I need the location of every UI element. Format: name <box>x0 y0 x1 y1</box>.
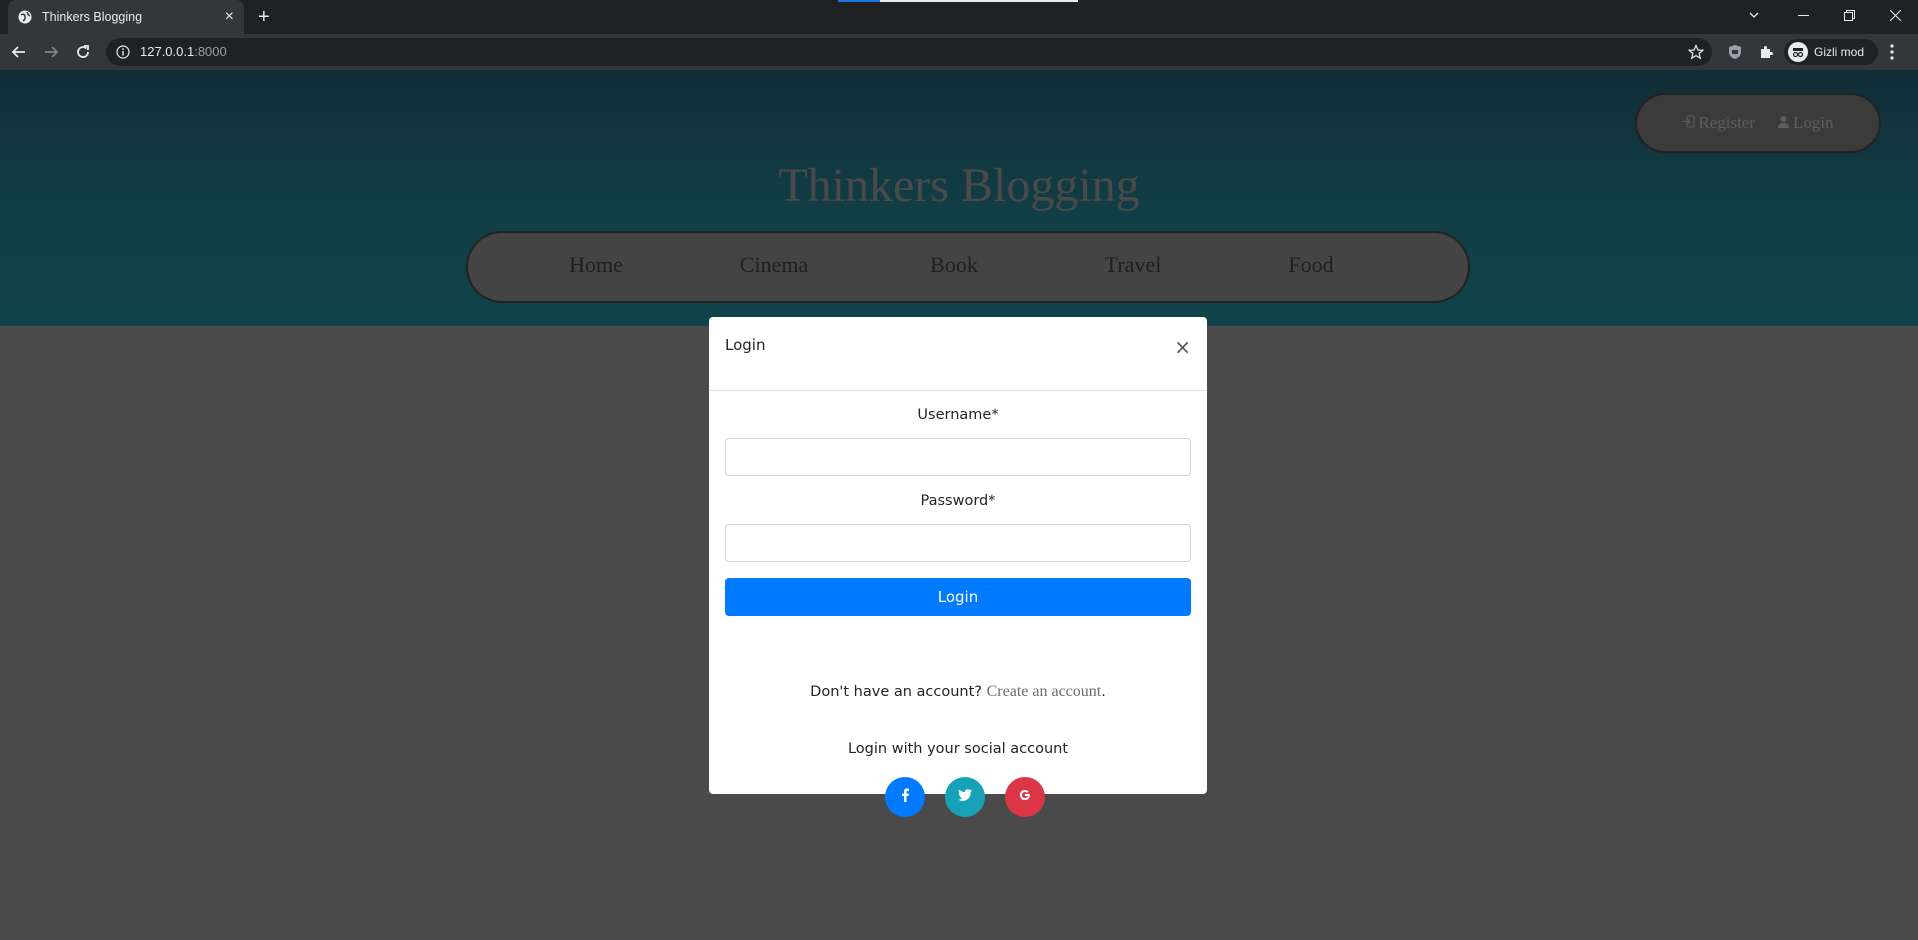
signup-prompt: Don't have an account? Create an account… <box>709 683 1207 701</box>
register-label: Register <box>1698 113 1756 132</box>
google-login-button[interactable] <box>1005 777 1045 817</box>
profile-label: Gizli mod <box>1814 45 1865 59</box>
nav-item-home[interactable]: Home <box>526 252 666 278</box>
twitter-icon <box>958 789 972 805</box>
login-label: Login <box>1793 113 1834 132</box>
site-title: Thinkers Blogging <box>778 159 1140 212</box>
auth-links: Register Login <box>1637 95 1879 151</box>
address-bar[interactable]: 127.0.0.1:8000 <box>106 38 1712 66</box>
twitter-login-button[interactable] <box>945 777 985 817</box>
facebook-login-button[interactable] <box>885 777 925 817</box>
modal-title: Login <box>725 336 766 354</box>
nav-item-travel[interactable]: Travel <box>1063 252 1203 278</box>
back-arrow-icon[interactable] <box>10 43 28 61</box>
loading-bar-progress <box>838 0 880 2</box>
minimize-icon[interactable] <box>1780 0 1826 30</box>
facebook-icon <box>901 788 909 806</box>
signup-prompt-text: Don't have an account? <box>810 684 982 700</box>
puzzle-extensions-icon[interactable] <box>1758 44 1774 65</box>
username-field[interactable] <box>725 438 1191 476</box>
signup-suffix: . <box>1101 684 1106 700</box>
url-text: 127.0.0.1:8000 <box>140 44 227 59</box>
password-field[interactable] <box>725 524 1191 562</box>
globe-icon <box>18 10 32 24</box>
new-tab-icon[interactable]: + <box>258 6 270 28</box>
tab-strip: Thinkers Blogging × + <box>0 0 1918 34</box>
nav-item-food[interactable]: Food <box>1241 252 1381 278</box>
create-account-link[interactable]: Create an account <box>987 683 1102 700</box>
login-modal: Login × Username* Password* Login Don't … <box>709 317 1207 794</box>
sign-in-icon <box>1682 113 1695 133</box>
google-icon <box>1019 789 1031 805</box>
bookmark-star-icon[interactable] <box>1687 44 1705 65</box>
main-navbar: Home Cinema Book Travel Food <box>468 233 1468 301</box>
loading-bar-track <box>880 0 1078 2</box>
register-link[interactable]: Register <box>1682 113 1755 133</box>
password-label: Password* <box>920 493 996 509</box>
user-icon <box>1777 113 1790 133</box>
incognito-profile-button[interactable]: Gizli mod <box>1784 39 1878 65</box>
browser-toolbar: 127.0.0.1:8000 Gizli mod <box>0 34 1918 70</box>
tab-title: Thinkers Blogging <box>42 10 143 24</box>
url-host: 127.0.0.1 <box>140 44 195 59</box>
login-link[interactable]: Login <box>1777 113 1834 133</box>
site-info-icon[interactable] <box>116 45 130 64</box>
kebab-menu-icon[interactable] <box>1890 44 1894 65</box>
login-submit-button[interactable]: Login <box>725 578 1191 616</box>
close-window-icon[interactable] <box>1872 0 1918 30</box>
social-login-text: Login with your social account <box>847 741 1069 757</box>
close-icon[interactable]: × <box>1174 337 1191 357</box>
forward-arrow-icon[interactable] <box>42 43 60 61</box>
tab-close-icon[interactable]: × <box>225 9 234 25</box>
hero-header: Register Login Thinkers Blogging Home Ci… <box>0 70 1918 326</box>
username-label: Username* <box>917 407 999 423</box>
incognito-icon <box>1788 42 1808 62</box>
restore-icon[interactable] <box>1826 0 1872 30</box>
browser-tab[interactable]: Thinkers Blogging × <box>8 0 244 34</box>
modal-header: Login × <box>709 317 1207 391</box>
tab-search-icon[interactable] <box>1748 8 1760 26</box>
nav-item-book[interactable]: Book <box>884 252 1024 278</box>
url-port: :8000 <box>194 44 227 59</box>
shield-extension-icon[interactable] <box>1727 44 1743 65</box>
reload-icon[interactable] <box>74 43 92 61</box>
nav-item-cinema[interactable]: Cinema <box>704 252 844 278</box>
